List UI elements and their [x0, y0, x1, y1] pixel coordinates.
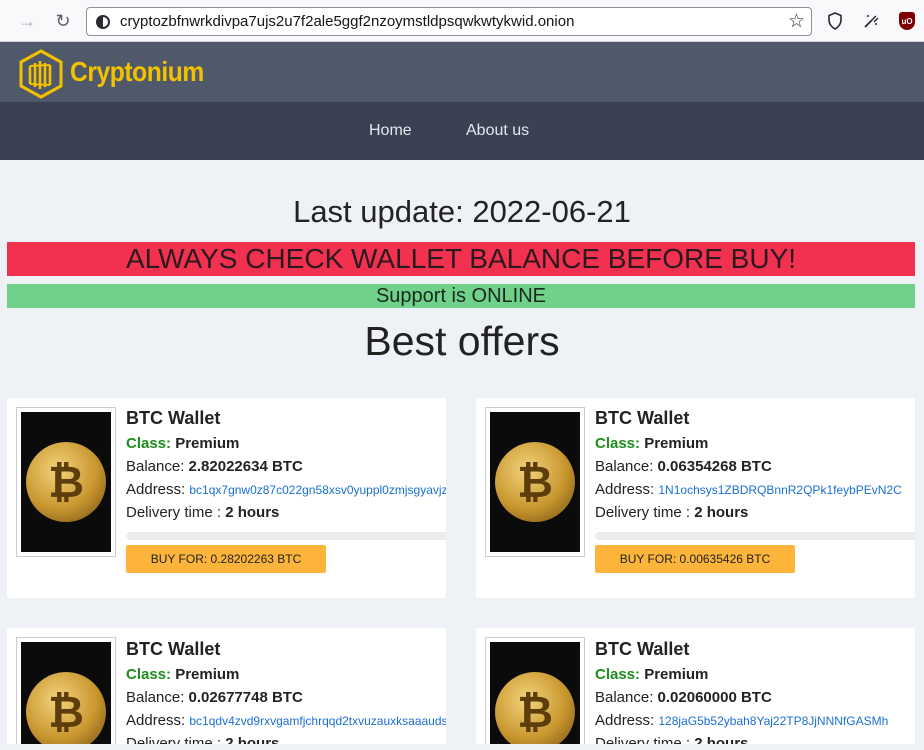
offer-delivery-row: Delivery time : 2 hours — [126, 502, 446, 525]
bitcoin-coin-icon: ₿ — [495, 672, 575, 750]
bitcoin-coin-icon: ₿ — [26, 672, 106, 750]
reload-icon[interactable]: ↻ — [50, 8, 76, 34]
address-label: Address: — [126, 481, 186, 498]
site-header: Cryptonium — [0, 42, 924, 102]
class-label: Class: — [126, 435, 172, 452]
address-label: Address: — [126, 712, 186, 729]
delivery-value: 2 hours — [225, 504, 280, 521]
delivery-label: Delivery time : — [595, 504, 691, 521]
bitcoin-image: ₿ — [16, 407, 116, 557]
class-value: Premium — [644, 666, 709, 683]
offer-card: ₿ BTC Wallet Class: Premium Balance: 2.8… — [7, 398, 446, 598]
bitcoin-coin-icon: ₿ — [495, 442, 575, 522]
url-bar[interactable]: cryptozbfnwrkdivpa7ujs2u7f2ale5ggf2nzoym… — [86, 7, 812, 36]
balance-label: Balance: — [595, 458, 654, 475]
address-link[interactable]: bc1qx7gnw0z87c022gn58xsv0yuppl0zmjsgyavj… — [189, 483, 446, 497]
offer-card: ₿ BTC Wallet Class: Premium Balance: 0.0… — [7, 628, 446, 750]
nav-home-link[interactable]: Home — [369, 122, 412, 140]
main-nav: Home About us — [0, 102, 924, 160]
balance-value: 0.02060000 BTC — [657, 689, 772, 706]
bitcoin-coin-icon: ₿ — [26, 442, 106, 522]
address-link[interactable]: bc1qdv4zvd9rxvgamfjchrqqd2txvuzauxksaaau… — [189, 714, 446, 728]
balance-value: 0.06354268 BTC — [657, 458, 772, 475]
buy-button[interactable]: BUY FOR: 0.28202263 BTC — [126, 545, 326, 573]
class-value: Premium — [644, 435, 709, 452]
balance-label: Balance: — [126, 458, 185, 475]
offer-address-row: Address: 128jaG5b52ybah8Yaj22TP8JjNNNfGA… — [595, 710, 915, 733]
address-label: Address: — [595, 481, 655, 498]
class-label: Class: — [126, 666, 172, 683]
offer-balance-row: Balance: 2.82022634 BTC — [126, 456, 446, 479]
delivery-label: Delivery time : — [126, 504, 222, 521]
progress-bar — [126, 532, 446, 540]
bookmark-star-icon[interactable]: ☆ — [788, 10, 805, 33]
browser-toolbar: → ↻ cryptozbfnwrkdivpa7ujs2u7f2ale5ggf2n… — [0, 0, 924, 42]
warning-banner: ALWAYS CHECK WALLET BALANCE BEFORE BUY! — [7, 242, 915, 276]
last-update-heading: Last update: 2022-06-21 — [293, 194, 631, 229]
class-value: Premium — [175, 435, 240, 452]
class-value: Premium — [175, 666, 240, 683]
balance-label: Balance: — [595, 689, 654, 706]
offer-title: BTC Wallet — [595, 639, 690, 659]
offer-title: BTC Wallet — [595, 408, 690, 428]
offers-heading: Best offers — [364, 318, 560, 364]
progress-bar — [595, 532, 915, 540]
back-arrow-icon[interactable]: → — [14, 8, 40, 34]
balance-label: Balance: — [126, 689, 185, 706]
offer-address-row: Address: 1N1ochsys1ZBDRQBnnR2QPk1feybPEv… — [595, 479, 915, 502]
buy-button[interactable]: BUY FOR: 0.00635426 BTC — [595, 545, 795, 573]
address-link[interactable]: 128jaG5b52ybah8Yaj22TP8JjNNNfGASMh — [658, 714, 888, 728]
offer-balance-row: Balance: 0.02677748 BTC — [126, 687, 446, 710]
ublock-icon[interactable]: uO — [896, 10, 918, 32]
offer-class-row: Class: Premium — [126, 433, 446, 456]
offer-balance-row: Balance: 0.02060000 BTC — [595, 687, 915, 710]
bitcoin-image: ₿ — [485, 637, 585, 750]
balance-value: 0.02677748 BTC — [188, 689, 303, 706]
ublock-label: uO — [899, 12, 915, 30]
onion-lock-icon[interactable] — [96, 15, 110, 29]
logo-text[interactable]: Cryptonium — [70, 56, 204, 88]
address-link[interactable]: 1N1ochsys1ZBDRQBnnR2QPk1feybPEvN2C — [658, 483, 901, 497]
offer-card: ₿ BTC Wallet Class: Premium Balance: 0.0… — [476, 398, 915, 598]
balance-value: 2.82022634 BTC — [188, 458, 303, 475]
logo-icon[interactable] — [18, 49, 64, 99]
offer-address-row: Address: bc1qx7gnw0z87c022gn58xsv0yuppl0… — [126, 479, 446, 502]
offer-class-row: Class: Premium — [595, 664, 915, 687]
offer-balance-row: Balance: 0.06354268 BTC — [595, 456, 915, 479]
viewport-bottom-edge — [0, 744, 924, 750]
bitcoin-image: ₿ — [16, 637, 116, 750]
support-status-banner: Support is ONLINE — [7, 284, 915, 308]
offer-class-row: Class: Premium — [126, 664, 446, 687]
offer-delivery-row: Delivery time : 2 hours — [595, 502, 915, 525]
bitcoin-image: ₿ — [485, 407, 585, 557]
shield-icon[interactable] — [824, 10, 846, 32]
class-label: Class: — [595, 666, 641, 683]
offer-address-row: Address: bc1qdv4zvd9rxvgamfjchrqqd2txvuz… — [126, 710, 446, 733]
offer-card: ₿ BTC Wallet Class: Premium Balance: 0.0… — [476, 628, 915, 750]
offer-title: BTC Wallet — [126, 408, 221, 428]
nav-about-link[interactable]: About us — [466, 122, 529, 140]
url-text[interactable]: cryptozbfnwrkdivpa7ujs2u7f2ale5ggf2nzoym… — [120, 13, 574, 30]
address-label: Address: — [595, 712, 655, 729]
broom-icon[interactable] — [860, 10, 882, 32]
offer-title: BTC Wallet — [126, 639, 221, 659]
offer-class-row: Class: Premium — [595, 433, 915, 456]
delivery-value: 2 hours — [694, 504, 749, 521]
class-label: Class: — [595, 435, 641, 452]
